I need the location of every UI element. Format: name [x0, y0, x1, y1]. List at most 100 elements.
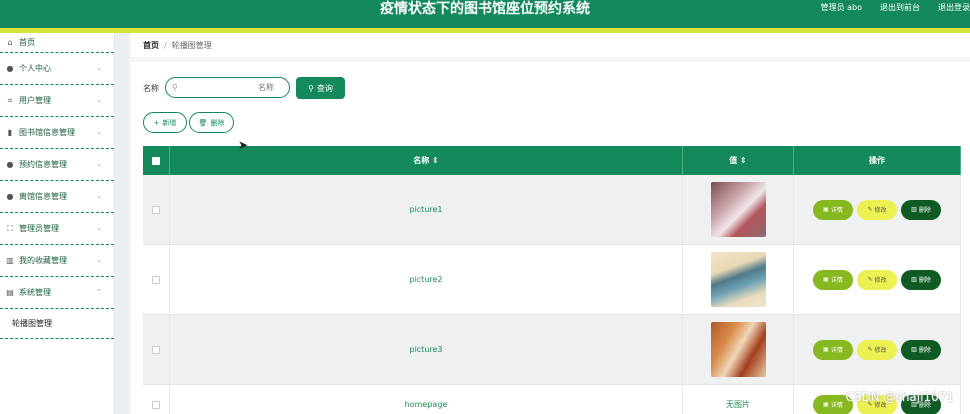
sidebar-item-admin-management[interactable]: ⛶ 管理员管理 ⌄	[0, 213, 114, 245]
plus-icon: +	[153, 118, 160, 127]
delete-label: 删除	[918, 347, 931, 354]
header-image[interactable]: 值 ⇕	[683, 146, 794, 175]
sidebar-item-departure-info[interactable]: ● 离馆信息管理 ⌄	[0, 181, 114, 213]
sidebar-item-home[interactable]: ⌂ 首页	[0, 33, 114, 53]
search-input[interactable]	[184, 80, 284, 95]
query-button[interactable]: ⚲ 查询	[296, 77, 345, 99]
table-row: picture3 ▣ 详情 ✎ 修改 ▥ 删除	[143, 315, 961, 385]
detail-icon: ▣	[823, 276, 829, 283]
detail-button[interactable]: ▣ 详情	[813, 339, 853, 360]
sidebar-item-label: 用户管理	[19, 96, 51, 105]
table-row: picture1 ▣ 详情 ✎ 修改 ▥ 删除	[143, 175, 961, 245]
sidebar-item-label: 我的收藏管理	[19, 256, 67, 265]
query-button-label: 查询	[316, 83, 333, 93]
thumbnail-image[interactable]	[710, 322, 766, 377]
row-name: picture2	[170, 245, 683, 314]
detail-label: 详情	[830, 207, 843, 214]
edit-button[interactable]: ✎ 修改	[857, 339, 897, 360]
delete-label: 删除	[918, 277, 931, 284]
header-image-label: 值	[729, 156, 738, 165]
edit-button[interactable]: ✎ 修改	[857, 269, 897, 290]
sort-icon: ⇕	[740, 156, 747, 165]
thumbnail-image[interactable]	[710, 252, 766, 307]
row-image-cell	[683, 245, 794, 314]
delete-label: 删除	[918, 207, 931, 214]
header-name-label: 名称	[413, 156, 430, 165]
sidebar-scrollbar[interactable]	[115, 33, 129, 414]
add-button[interactable]: + 新增	[143, 112, 187, 133]
edit-label: 修改	[874, 207, 887, 214]
sidebar: ⌂ 首页 ● 个人中心 ⌄ ⌗ 用户管理 ⌄ ▮ 图书馆信息管理 ⌄ ● 预约信…	[0, 33, 115, 414]
sidebar-item-label: 预约信息管理	[19, 160, 67, 169]
sidebar-item-system-management[interactable]: ▤ 系统管理 ⌃	[0, 277, 114, 309]
sidebar-item-library-info[interactable]: ▮ 图书馆信息管理 ⌄	[0, 117, 114, 149]
home-icon: ⌂	[7, 37, 13, 47]
row-image-cell	[683, 315, 794, 384]
row-checkbox[interactable]	[152, 345, 160, 354]
bookshelf-icon: ▥	[6, 255, 14, 265]
search-box: ⚲	[165, 77, 290, 98]
sidebar-item-label: 系统管理	[19, 288, 51, 297]
add-button-label: 新增	[162, 118, 177, 127]
row-checkbox[interactable]	[152, 275, 160, 284]
fullscreen-icon: ⛶	[7, 223, 13, 233]
delete-button[interactable]: ▥ 删除	[901, 339, 941, 360]
detail-label: 详情	[830, 402, 843, 409]
chevron-down-icon: ⌄	[96, 64, 102, 72]
sidebar-item-label: 离馆信息管理	[19, 192, 67, 201]
row-name: homepage	[170, 385, 683, 414]
edit-icon: ✎	[867, 206, 873, 213]
no-image-text: 无图片	[726, 400, 750, 409]
header-checkbox-cell	[143, 146, 170, 175]
chevron-down-icon: ⌄	[96, 96, 102, 104]
breadcrumb: 首页 / 轮播图管理	[131, 33, 970, 57]
row-image-cell: 无图片	[683, 385, 794, 414]
chevron-down-icon: ⌄	[96, 128, 102, 136]
to-frontend-link[interactable]: 退出到前台	[880, 2, 920, 13]
trash-icon: ▥	[911, 346, 917, 353]
detail-label: 详情	[830, 347, 843, 354]
thumbnail-image[interactable]	[710, 182, 766, 237]
mouse-cursor-icon: ➤	[238, 138, 249, 152]
data-table: 名称 ⇕ 值 ⇕ 操作 picture1 ▣ 详情 ✎ 修改 ▥ 删除 picture…	[143, 146, 961, 414]
chevron-down-icon: ⌄	[96, 160, 102, 168]
top-header: 疫情状态下的图书馆座位预约系统 管理员 abo 退出到前台 退出登录	[0, 0, 970, 33]
user-label: 管理员 abo	[820, 3, 862, 12]
person-icon: ●	[6, 63, 14, 73]
crop-icon: ⌗	[7, 95, 13, 105]
detail-icon: ▣	[823, 206, 829, 213]
breadcrumb-home[interactable]: 首页	[143, 40, 159, 51]
sidebar-item-label: 图书馆信息管理	[19, 128, 75, 137]
main-panel: 名称 ⚲ ⚲ 查询 + 新增 🗑 删除 名称 ⇕ 值 ⇕ 操作 picture1	[131, 62, 970, 414]
sidebar-item-personal-center[interactable]: ● 个人中心 ⌄	[0, 53, 114, 85]
row-checkbox[interactable]	[152, 400, 160, 409]
detail-button[interactable]: ▣ 详情	[813, 199, 853, 220]
search-icon: ⚲	[172, 83, 178, 92]
delete-button[interactable]: ▥ 删除	[901, 199, 941, 220]
search-icon: ⚲	[308, 83, 314, 93]
edit-button[interactable]: ✎ 修改	[857, 199, 897, 220]
logout-link[interactable]: 退出登录	[938, 2, 970, 13]
delete-button[interactable]: ▥ 删除	[901, 269, 941, 290]
sidebar-item-user-management[interactable]: ⌗ 用户管理 ⌄	[0, 85, 114, 117]
chevron-down-icon: ⌄	[96, 224, 102, 232]
sidebar-subitem-carousel[interactable]: 轮播图管理	[0, 309, 114, 339]
trash-icon: 🗑	[198, 118, 208, 127]
row-checkbox-cell	[143, 315, 170, 384]
sidebar-item-my-favorites[interactable]: ▥ 我的收藏管理 ⌄	[0, 245, 114, 277]
sidebar-item-reservation-info[interactable]: ● 预约信息管理 ⌄	[0, 149, 114, 181]
sidebar-item-label: 首页	[19, 38, 35, 47]
select-all-checkbox[interactable]	[152, 156, 160, 165]
table-row: homepage 无图片 ▣ 详情 ✎ 修改 ▥ 删除	[143, 385, 961, 414]
breadcrumb-separator: /	[164, 40, 167, 50]
chevron-up-icon: ⌃	[96, 288, 102, 296]
detail-icon: ▣	[823, 346, 829, 353]
row-checkbox[interactable]	[152, 205, 160, 214]
watermark: CSDN @shaji1071	[845, 390, 954, 404]
batch-delete-button[interactable]: 🗑 删除	[189, 112, 234, 133]
bar-chart-icon: ▮	[7, 127, 13, 137]
person-icon: ●	[6, 191, 14, 201]
trash-icon: ▥	[911, 276, 917, 283]
row-checkbox-cell	[143, 175, 170, 244]
detail-button[interactable]: ▣ 详情	[813, 269, 853, 290]
